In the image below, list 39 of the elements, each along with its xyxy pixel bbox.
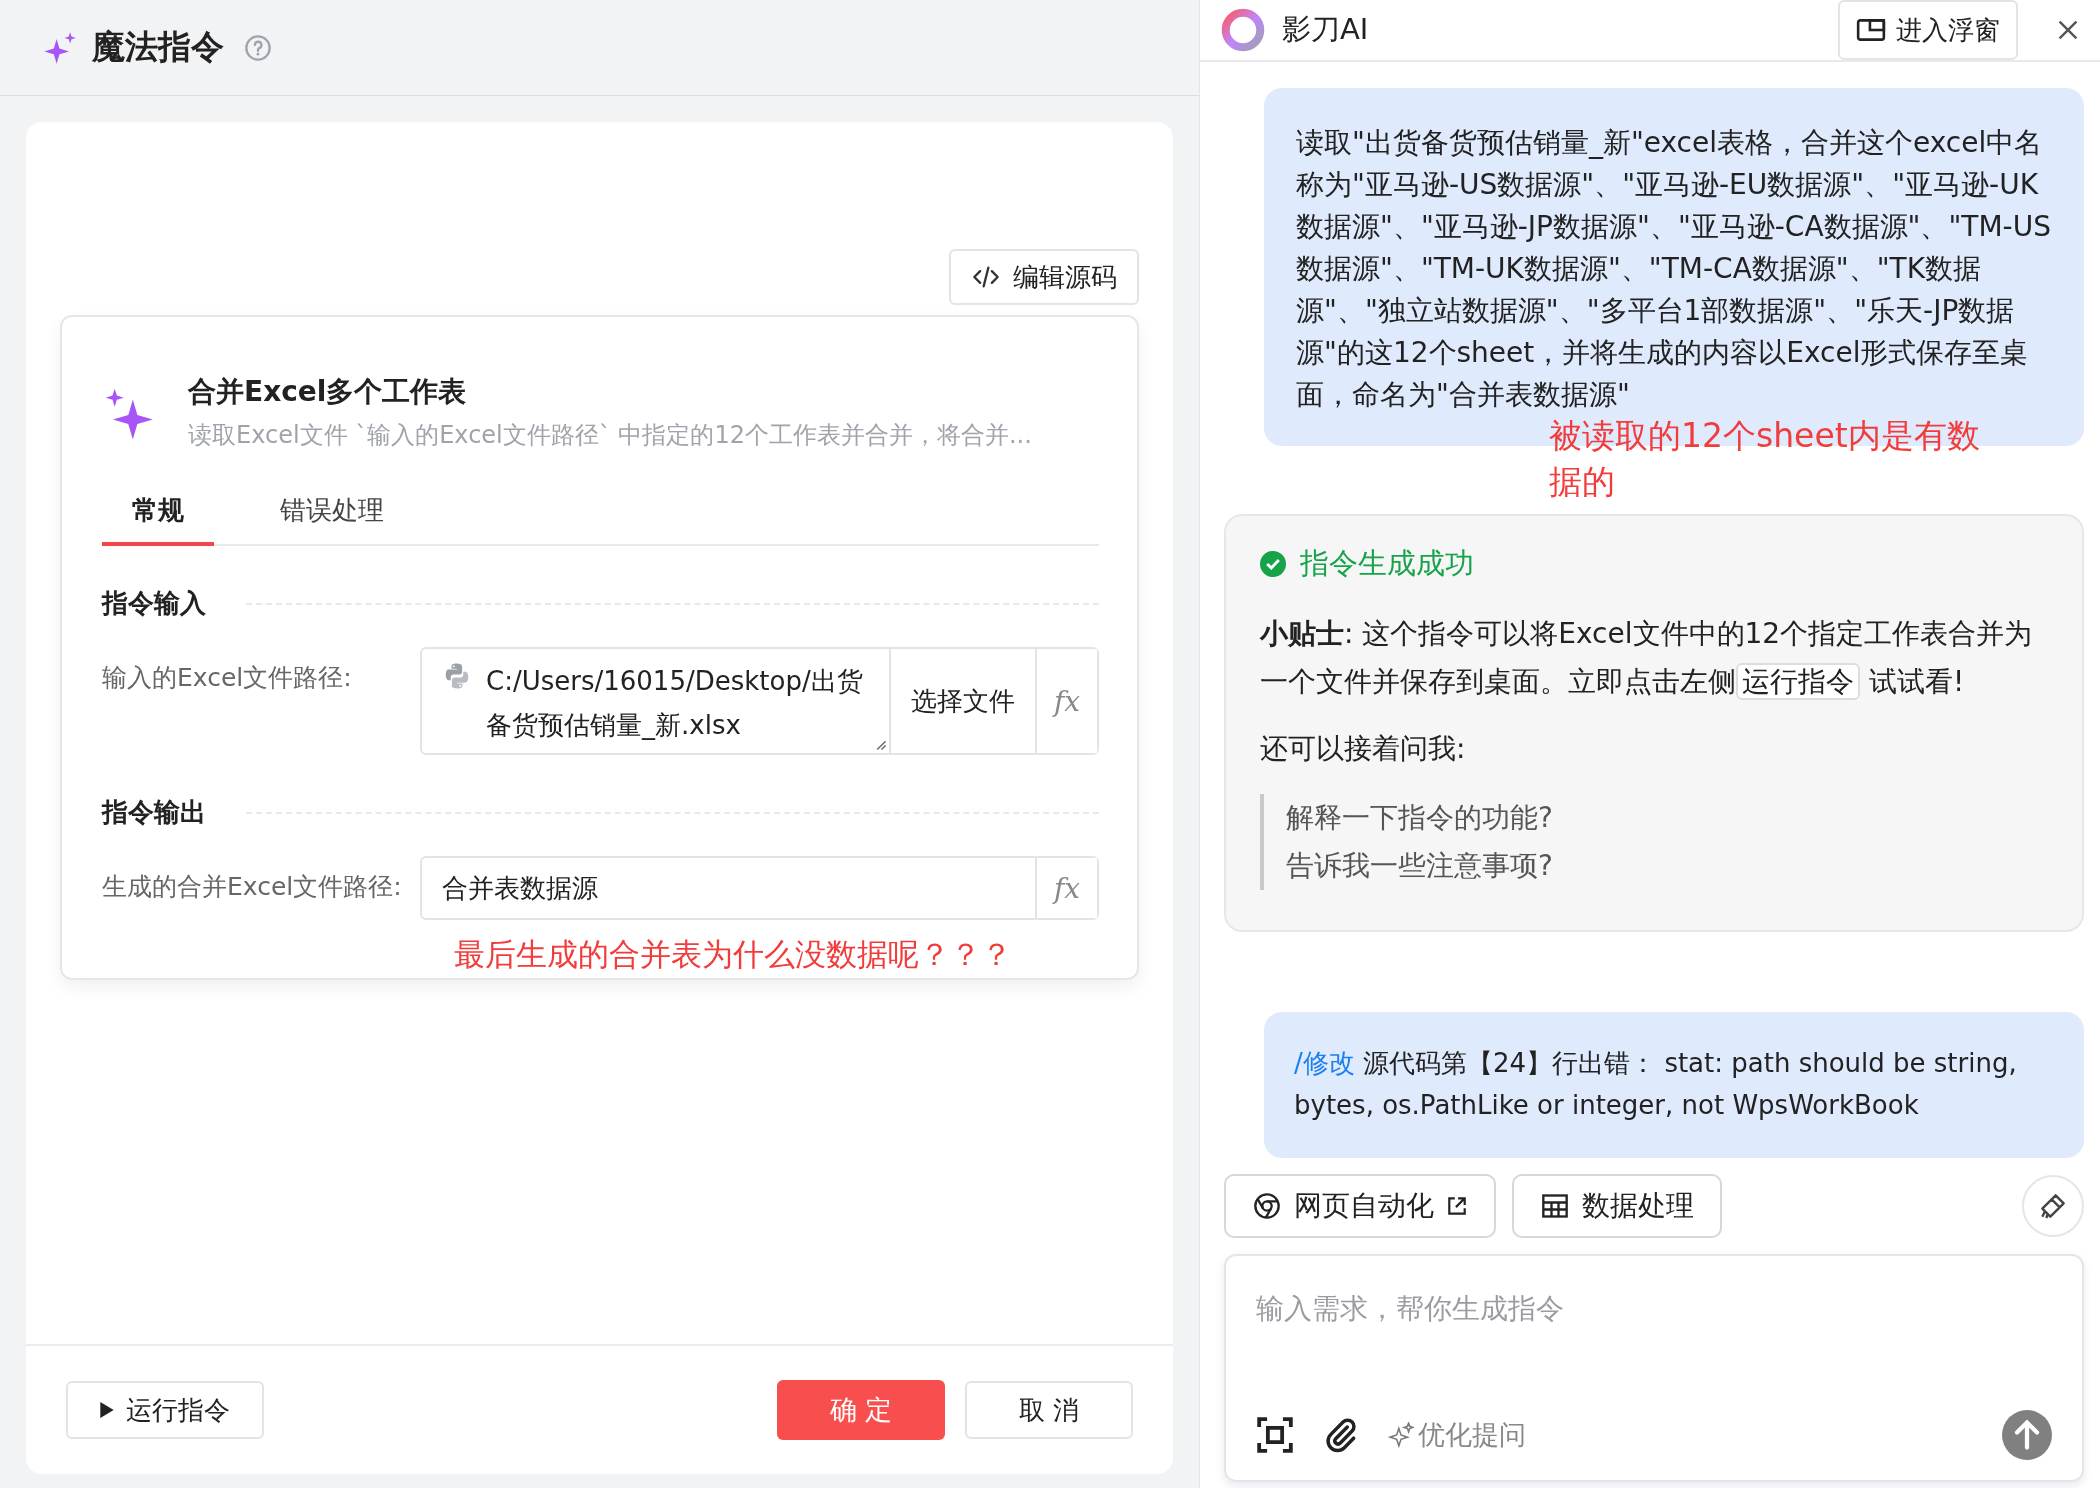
field-label: 输入的Excel文件路径: xyxy=(102,662,353,694)
float-window-button[interactable]: 进入浮窗 xyxy=(1838,0,2018,60)
chat-input[interactable]: 输入需求，帮你生成指令 优化提问 xyxy=(1224,1254,2084,1482)
run-command-link[interactable]: 运行指令 xyxy=(1736,663,1860,700)
section-title: 指令输入 xyxy=(102,587,206,620)
annotation-text: 最后生成的合并表为什么没数据呢？？？ xyxy=(454,935,1013,974)
dialog-title: 魔法指令 xyxy=(92,26,224,68)
tip-text: 小贴士: 这个指令可以将Excel文件中的12个指定工作表合并为一个文件并保存到桌面。立即点击左侧 运行指令 试试看! xyxy=(1260,616,2034,702)
section-title: 指令输出 xyxy=(102,796,206,829)
optimize-prompt-button[interactable]: 优化提问 xyxy=(1388,1417,1526,1453)
external-link-icon xyxy=(1446,1195,1468,1217)
sparkle-icon xyxy=(1388,1422,1414,1448)
status-text: 指令生成成功 xyxy=(1300,545,1474,582)
browser-icon xyxy=(1252,1192,1282,1220)
play-icon xyxy=(100,1402,114,1418)
user-message: /修改 源代码第【24】行出错： stat: path should be string, bytes, os.PathLike or integer, not WpsWorkBook xyxy=(1264,1012,2084,1158)
run-button[interactable]: 运行指令 xyxy=(66,1381,264,1439)
assistant-title: 影刀AI xyxy=(1282,11,1369,48)
suggestion-link[interactable]: 告诉我一些注意事项? xyxy=(1286,842,2052,890)
web-automation-button[interactable]: 网页自动化 xyxy=(1224,1174,1496,1238)
send-icon[interactable] xyxy=(2002,1410,2052,1460)
close-icon[interactable] xyxy=(2056,18,2080,42)
data-processing-button[interactable]: 数据处理 xyxy=(1512,1174,1722,1238)
screenshot-icon[interactable] xyxy=(1256,1416,1294,1454)
input-placeholder: 输入需求，帮你生成指令 xyxy=(1256,1291,1565,1327)
window-icon xyxy=(1856,16,1886,44)
field-label: 生成的合并Excel文件路径: xyxy=(102,871,403,903)
tab[interactable]: 常规 xyxy=(102,493,214,546)
tab[interactable]: 错误处理 xyxy=(250,493,414,546)
command-description: 读取Excel文件 `输入的Excel文件路径` 中指定的12个工作表并合并，将合并... xyxy=(188,420,1032,451)
command-title: 合并Excel多个工作表 xyxy=(188,374,468,410)
logo-icon xyxy=(1220,7,1266,53)
followup-label: 还可以接着问我: xyxy=(1260,731,1467,767)
cancel-button[interactable]: 取 消 xyxy=(965,1381,1133,1439)
annotation-text: 被读取的12个sheet内是有数据的 xyxy=(1549,415,1981,503)
edit-source-button[interactable]: 编辑源码 xyxy=(949,249,1139,305)
check-icon xyxy=(1260,551,1286,577)
suggestion-link[interactable]: 解释一下指令的功能? xyxy=(1286,794,2052,842)
table-icon xyxy=(1540,1192,1570,1220)
